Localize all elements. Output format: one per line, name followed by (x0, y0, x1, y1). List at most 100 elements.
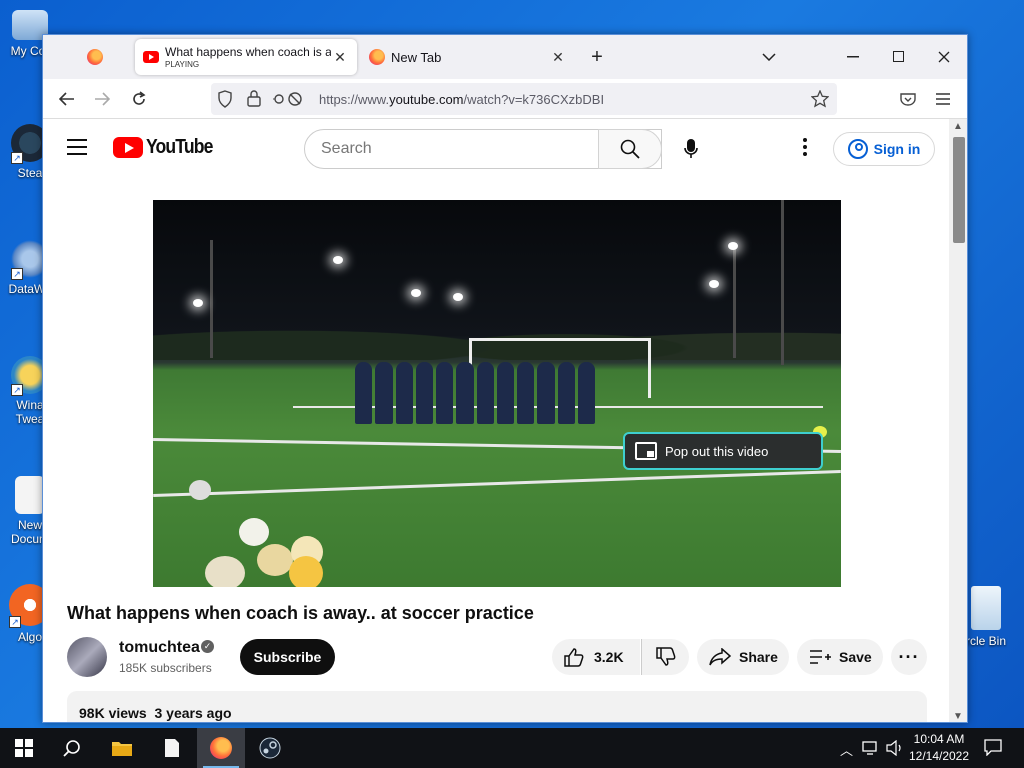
share-icon (709, 648, 731, 666)
guide-menu-button[interactable] (67, 135, 91, 159)
video-frame-light (709, 280, 719, 288)
new-tab-button[interactable]: + (583, 43, 611, 71)
url-path: /watch?v=k736CXzbDBI (463, 91, 605, 107)
sign-in-button[interactable]: Sign in (833, 132, 935, 166)
description-box[interactable]: 98K views 3 years ago (67, 691, 927, 722)
desktop-icon-label: Wina Twea (15, 398, 45, 426)
start-button[interactable] (0, 728, 48, 768)
thumbs-down-icon (655, 647, 675, 666)
forward-arrow-icon (95, 92, 110, 106)
channel-row: tomuchtea ✓ 185K subscribers Subscribe 3… (67, 635, 927, 679)
taskbar-notepad[interactable] (148, 728, 196, 768)
hamburger-menu-icon (936, 93, 950, 105)
firefox-icon (369, 49, 385, 65)
forward-button[interactable] (88, 85, 116, 113)
share-button[interactable]: Share (697, 639, 789, 675)
taskbar-firefox[interactable] (197, 728, 245, 768)
scroll-down-icon[interactable]: ▼ (951, 711, 965, 722)
network-icon[interactable] (862, 740, 880, 759)
dislike-button[interactable] (641, 639, 689, 675)
recycle-bin-icon (971, 586, 1001, 630)
back-button[interactable] (53, 85, 81, 113)
close-tab-icon[interactable]: ✕ (549, 49, 567, 66)
video-frame-light (193, 299, 203, 307)
lock-icon[interactable] (247, 89, 261, 112)
pocket-button[interactable] (894, 85, 922, 113)
taskbar-steam[interactable] (246, 728, 294, 768)
tab-new-tab[interactable]: New Tab ✕ (361, 39, 575, 75)
video-player[interactable] (153, 200, 841, 587)
bookmark-star-icon[interactable] (810, 89, 830, 113)
taskbar-search-button[interactable] (48, 728, 96, 768)
youtube-logo-text: YouTube (146, 136, 213, 158)
tab-youtube-video[interactable]: What happens when coach is away PLAYING … (135, 39, 357, 75)
volume-icon[interactable] (886, 739, 904, 759)
video-frame-ball (239, 518, 269, 546)
minimize-icon (847, 56, 859, 58)
video-frame-light (411, 289, 421, 297)
close-tab-icon[interactable]: ✕ (331, 49, 349, 66)
settings-more-button[interactable] (785, 135, 825, 159)
picture-in-picture-icon (635, 442, 657, 460)
page-scrollbar[interactable]: ▲ ▼ (949, 119, 967, 722)
youtube-header: YouTube Search Sign in (43, 119, 949, 175)
url-text[interactable]: https://www.youtube.com/watch?v=k736CXzb… (319, 92, 604, 107)
search-icon (63, 740, 80, 757)
youtube-favicon-icon (143, 51, 159, 63)
show-hidden-icons-chevron-icon[interactable]: ︿ (840, 740, 853, 759)
youtube-play-icon (113, 137, 143, 158)
list-tabs-button[interactable] (755, 43, 783, 71)
tab-bar: What happens when coach is away PLAYING … (43, 35, 967, 79)
save-label: Save (839, 649, 872, 665)
more-actions-button[interactable]: ··· (891, 639, 927, 675)
close-window-button[interactable] (930, 43, 958, 71)
save-button[interactable]: Save (797, 639, 883, 675)
verified-check-icon: ✓ (201, 640, 214, 653)
video-title: What happens when coach is away.. at soc… (67, 603, 534, 623)
like-button[interactable]: 3.2K (552, 639, 640, 675)
video-frame-light (728, 242, 738, 250)
search-button[interactable] (598, 129, 662, 169)
channel-name[interactable]: tomuchtea (119, 639, 200, 657)
document-icon (165, 739, 179, 757)
shortcut-arrow-icon: ↗ (9, 616, 21, 628)
scrollbar-thumb[interactable] (953, 137, 965, 243)
notifications-icon[interactable] (984, 738, 1002, 759)
url-prefix: https://www. (319, 91, 390, 107)
like-count: 3.2K (594, 649, 624, 665)
taskbar-file-explorer[interactable] (98, 728, 146, 768)
video-frame-light (333, 256, 343, 264)
subscribe-button[interactable]: Subscribe (240, 639, 335, 675)
voice-search-button[interactable] (671, 129, 711, 169)
maximize-button[interactable] (885, 43, 913, 71)
taskbar: ︿ 10:04 AM 12/14/2022 (0, 728, 1024, 768)
desktop-icon-label: rcle Bin (965, 634, 1006, 648)
windows-logo-icon (15, 739, 33, 757)
minimize-button[interactable] (839, 43, 867, 71)
tracking-protection-icon[interactable] (217, 90, 233, 113)
youtube-page: YouTube Search Sign in Pop out this vide… (43, 119, 949, 722)
taskbar-clock[interactable]: 10:04 AM 12/14/2022 (906, 731, 972, 765)
subscriber-count: 185K subscribers (119, 661, 212, 675)
autoplay-blocked-icon[interactable] (273, 91, 303, 112)
url-domain: youtube.com (389, 91, 464, 107)
share-label: Share (739, 649, 778, 665)
clock-date: 12/14/2022 (908, 749, 970, 763)
steam-icon (259, 737, 281, 759)
desktop-icon-label: Algo (17, 630, 43, 644)
reload-button[interactable] (125, 85, 153, 113)
folder-icon (112, 742, 132, 756)
navigation-bar: https://www.youtube.com/watch?v=k736CXzb… (43, 79, 967, 119)
tab-playing-label: PLAYING (165, 60, 200, 69)
thumbs-up-icon (564, 648, 584, 667)
channel-avatar[interactable] (67, 637, 107, 677)
scroll-up-icon[interactable]: ▲ (951, 121, 965, 132)
shortcut-arrow-icon: ↗ (11, 384, 23, 396)
back-arrow-icon (59, 92, 74, 106)
youtube-logo[interactable]: YouTube (113, 136, 222, 159)
reload-icon (133, 91, 146, 105)
app-menu-button[interactable] (929, 85, 957, 113)
pop-out-video-button[interactable]: Pop out this video (623, 432, 823, 470)
tab-pinned-firefox[interactable] (55, 39, 135, 75)
url-bar[interactable]: https://www.youtube.com/watch?v=k736CXzb… (211, 83, 837, 115)
